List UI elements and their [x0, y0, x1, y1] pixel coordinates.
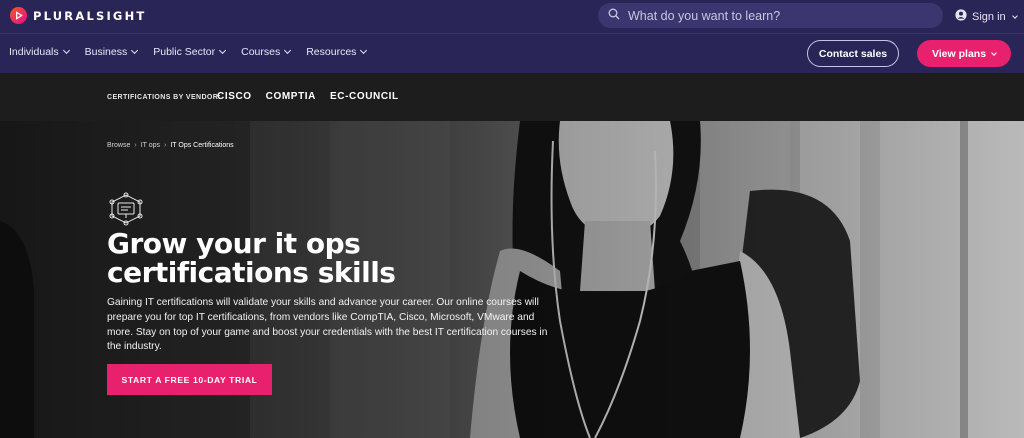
nav-item-label: Business — [84, 46, 128, 58]
nav-item-business[interactable]: Business — [84, 46, 139, 58]
breadcrumb-item-current: IT Ops Certifications — [170, 142, 234, 149]
view-plans-button[interactable]: View plans — [917, 40, 1011, 67]
nav-item-individuals[interactable]: Individuals — [9, 46, 70, 58]
sign-in-label: Sign in — [972, 10, 1006, 23]
nav-item-label: Individuals — [9, 46, 59, 58]
contact-sales-button[interactable]: Contact sales — [807, 40, 899, 67]
chevron-down-icon — [284, 46, 292, 55]
nav-item-label: Public Sector — [153, 46, 216, 58]
page-title-line-2: certifications skills — [107, 256, 396, 289]
user-icon — [955, 9, 967, 24]
top-header: PLURALSIGHT Sign in — [0, 0, 1024, 33]
nav-item-resources[interactable]: Resources — [306, 46, 368, 58]
pluralsight-logo[interactable]: PLURALSIGHT — [10, 7, 146, 24]
breadcrumb-separator: › — [164, 142, 167, 149]
nav-item-label: Resources — [306, 46, 357, 58]
vendor-bar: CERTIFICATIONS BY VENDOR: CISCO COMPTIA … — [0, 73, 1024, 121]
chevron-down-icon — [62, 46, 70, 55]
hero-description: Gaining IT certifications will validate … — [107, 297, 548, 353]
vendor-links: CISCO COMPTIA EC-COUNCIL — [217, 91, 399, 102]
start-free-trial-button[interactable]: START A FREE 10-DAY TRIAL — [107, 364, 272, 395]
chevron-down-icon — [219, 46, 227, 55]
nav-item-label: Courses — [241, 46, 281, 58]
main-navigation: Individuals Business Public Sector Cours… — [0, 33, 1024, 73]
vendor-link-ec-council[interactable]: EC-COUNCIL — [330, 91, 399, 102]
chevron-down-icon — [1011, 12, 1018, 19]
breadcrumb-separator: › — [134, 142, 137, 149]
nav-item-public-sector[interactable]: Public Sector — [153, 46, 227, 58]
search-bar[interactable] — [598, 3, 943, 28]
chevron-down-icon — [131, 46, 139, 55]
brand-name: PLURALSIGHT — [33, 8, 147, 23]
breadcrumb: Browse › IT ops › IT Ops Certifications — [107, 142, 234, 149]
nav-links: Individuals Business Public Sector Cours… — [9, 46, 368, 58]
sign-in-button[interactable]: Sign in — [955, 9, 1018, 24]
pluralsight-logo-icon — [10, 7, 27, 24]
breadcrumb-item-it-ops[interactable]: IT ops — [141, 142, 160, 149]
hero-section: Browse › IT ops › IT Ops Certifications … — [0, 121, 1024, 438]
vendor-link-cisco[interactable]: CISCO — [217, 91, 252, 102]
page-title-line-1: Grow your it ops — [107, 227, 361, 260]
page-title: Grow your it ops certifications skills — [107, 229, 527, 287]
certification-icon — [107, 192, 145, 231]
search-input[interactable] — [628, 8, 928, 23]
vendor-link-comptia[interactable]: COMPTIA — [266, 91, 316, 102]
chevron-down-icon — [991, 49, 997, 56]
breadcrumb-item-browse[interactable]: Browse — [107, 142, 130, 149]
search-icon — [608, 7, 620, 25]
view-plans-label: View plans — [931, 47, 987, 60]
nav-item-courses[interactable]: Courses — [241, 46, 292, 58]
chevron-down-icon — [360, 46, 368, 55]
vendor-bar-label: CERTIFICATIONS BY VENDOR: — [107, 94, 221, 101]
